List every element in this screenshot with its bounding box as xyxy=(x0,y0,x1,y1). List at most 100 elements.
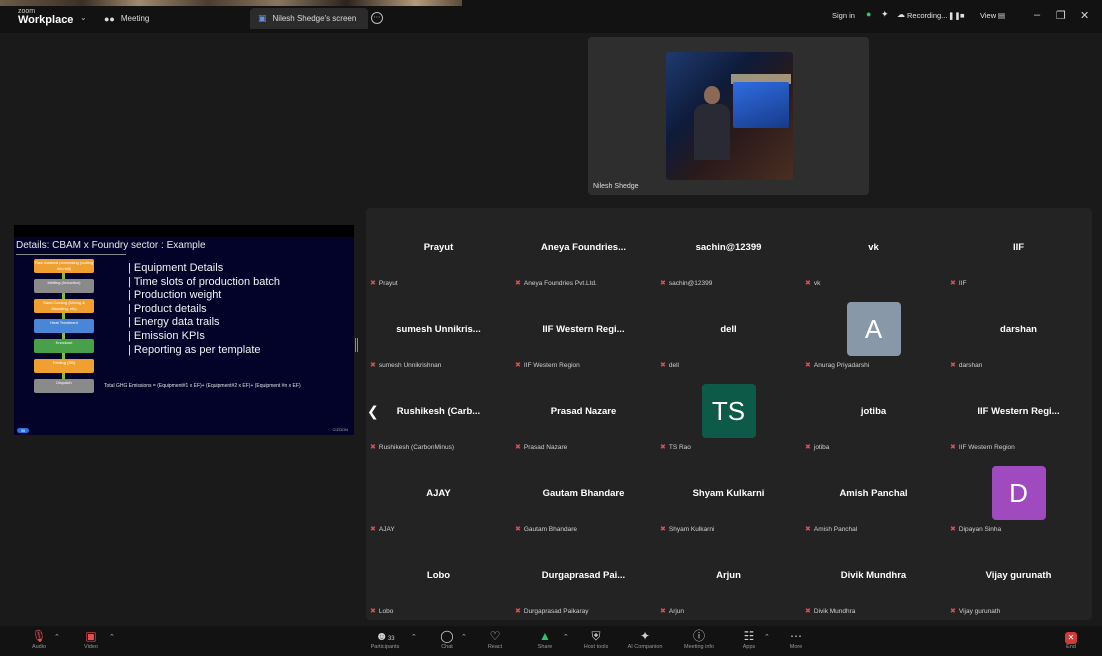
chevron-left-icon[interactable]: ❮ xyxy=(367,403,379,420)
participant-tile[interactable]: Lobo ✖ Lobo xyxy=(366,536,511,618)
microphone-muted-icon: ✖ xyxy=(805,280,811,287)
microphone-muted-icon: ✖ xyxy=(370,444,376,451)
presenter-head xyxy=(704,86,720,104)
participant-full-name: Gautam Bhandare xyxy=(523,526,577,533)
participants-options-chevron-icon[interactable]: ⌃ xyxy=(411,633,417,641)
participant-tile[interactable]: IIF Western Regi... ✖ IIF Western Region xyxy=(511,290,656,372)
participant-display-name: Aneya Foundries... xyxy=(541,242,626,253)
share-options-chevron-icon[interactable]: ⌃ xyxy=(563,633,569,641)
react-button[interactable]: ♡ React xyxy=(470,628,520,650)
participant-display-name: darshan xyxy=(1000,324,1037,335)
video-options-chevron-icon[interactable]: ⌃ xyxy=(109,633,115,641)
participants-label: Participants xyxy=(370,644,400,650)
participant-tile[interactable]: TS ✖ TS Rao xyxy=(656,372,801,454)
participant-tile[interactable]: sachin@12399 ✖ sachin@12399 xyxy=(656,208,801,290)
slide-bullet: Production weight xyxy=(128,289,280,303)
participant-tile[interactable]: A ✖ Anurag Priyadarshi xyxy=(801,290,946,372)
participant-full-name: Prasad Nazare xyxy=(523,444,568,451)
tab-meeting[interactable]: ●● Meeting xyxy=(96,8,246,29)
participant-tile[interactable]: IIF ✖ IIF xyxy=(946,208,1091,290)
participant-tile[interactable]: jotiba ✖ jotiba xyxy=(801,372,946,454)
participant-name-label: ✖ Shyam Kulkarni xyxy=(660,525,714,533)
chevron-down-icon[interactable]: ⌄ xyxy=(80,13,87,22)
microphone-muted-icon: ✖ xyxy=(515,608,521,615)
microphone-muted-icon: ✖ xyxy=(370,280,376,287)
participant-name-label: ✖ sumesh Unnikrishnan xyxy=(370,361,441,369)
sign-in-link[interactable]: Sign in xyxy=(832,11,855,20)
tab-options-icon[interactable]: ⋯ xyxy=(371,12,383,24)
shared-screen-view[interactable]: Details: CBAM x Foundry sector : Example… xyxy=(14,225,354,435)
participant-display-name: AJAY xyxy=(426,488,451,499)
participant-name-label: ✖ darshan xyxy=(950,361,982,369)
participant-full-name: IIF Western Region xyxy=(523,362,580,369)
microphone-muted-icon: ✖ xyxy=(370,608,376,615)
heart-icon: ♡ xyxy=(489,629,501,643)
ai-companion-button[interactable]: ✦ AI Companion xyxy=(620,628,670,650)
tab-shared-screen[interactable]: ▣ Nilesh Shedge's screen xyxy=(250,8,368,29)
slide-bullet: Reporting as per template xyxy=(128,344,280,358)
participant-full-name: IIF xyxy=(958,280,967,287)
participant-display-name: Prasad Nazare xyxy=(550,406,617,417)
participant-tile[interactable]: Divik Mundhra ✖ Divik Mundhra xyxy=(801,536,946,618)
participant-name-label: ✖ Divik Mundhra xyxy=(805,607,855,615)
participant-tile[interactable]: IIF Western Regi... ✖ IIF Western Region xyxy=(946,372,1091,454)
react-label: React xyxy=(487,644,503,650)
meeting-controls-toolbar: 🎙 Audio ⌃ ▣ Video ⌃ ☻33 Participants ⌃ ◯… xyxy=(0,626,1102,656)
participant-display-name: Lobo xyxy=(426,570,451,581)
more-button[interactable]: ⋯ More xyxy=(771,628,821,650)
stage-screen xyxy=(733,82,789,128)
participant-tile[interactable]: D ✖ Dipayan Sinha xyxy=(946,454,1091,536)
active-speaker-video[interactable]: Nilesh Shedge xyxy=(588,37,869,195)
participant-tile[interactable]: Arjun ✖ Arjun xyxy=(656,536,801,618)
participant-full-name: jotiba xyxy=(813,444,830,451)
pause-recording-icon[interactable]: ❚❚ xyxy=(948,11,961,20)
restore-icon[interactable]: ❐ xyxy=(1056,9,1066,22)
participant-tile[interactable]: Vijay gurunath ✖ Vijay gurunath xyxy=(946,536,1091,618)
shield-check-icon[interactable]: ● xyxy=(866,9,871,19)
participant-display-name: Rushikesh (Carb... xyxy=(396,406,481,417)
apps-options-chevron-icon[interactable]: ⌃ xyxy=(764,633,770,641)
chat-label: Chat xyxy=(441,644,453,650)
participant-full-name: darshan xyxy=(958,362,983,369)
participant-full-name: TS Rao xyxy=(668,444,691,451)
participants-button[interactable]: ☻33 Participants xyxy=(360,628,410,650)
recording-status[interactable]: Recording... xyxy=(907,11,947,20)
view-button[interactable]: View xyxy=(980,11,996,20)
meeting-info-button[interactable]: ⓘ Meeting info xyxy=(674,628,724,650)
microphone-muted-icon: ✖ xyxy=(660,280,666,287)
end-meeting-button[interactable]: ✕ End xyxy=(1046,628,1096,650)
stop-recording-icon[interactable]: ■ xyxy=(960,11,965,20)
split-view-resize-handle[interactable] xyxy=(355,338,358,352)
participant-tile[interactable]: Rushikesh (Carb... ✖ Rushikesh (CarbonMinu… xyxy=(366,372,511,454)
participant-tile[interactable]: AJAY ✖ AJAY xyxy=(366,454,511,536)
microphone-muted-icon: ✖ xyxy=(805,526,811,533)
screen-share-icon: ▣ xyxy=(258,13,267,23)
participant-tile[interactable]: dell ✖ dell xyxy=(656,290,801,372)
slide-equation: Total GHG Emissions = (Equipment#1 x EF)… xyxy=(104,383,301,389)
participant-tile[interactable]: vk ✖ vk xyxy=(801,208,946,290)
participant-tile[interactable]: Gautam Bhandare ✖ Gautam Bhandare xyxy=(511,454,656,536)
participant-name-label: ✖ IIF xyxy=(950,279,966,287)
participant-tile[interactable]: Prayut ✖ Prayut xyxy=(366,208,511,290)
microphone-muted-icon: ✖ xyxy=(515,362,521,369)
chat-options-chevron-icon[interactable]: ⌃ xyxy=(461,633,467,641)
zoom-workplace-logo[interactable]: zoom Workplace xyxy=(18,8,73,26)
sparkle-icon[interactable]: ✦ xyxy=(881,9,889,20)
participant-display-name: IIF Western Regi... xyxy=(542,324,625,335)
audio-options-chevron-icon[interactable]: ⌃ xyxy=(54,633,60,641)
participant-tile[interactable]: Durgaprasad Pai... ✖ Durgaprasad Paikaray xyxy=(511,536,656,618)
minimize-icon[interactable]: – xyxy=(1034,9,1040,21)
participant-tile[interactable]: darshan ✖ darshan xyxy=(946,290,1091,372)
participant-tile[interactable]: Prasad Nazare ✖ Prasad Nazare xyxy=(511,372,656,454)
participant-tile[interactable]: sumesh Unnikris... ✖ sumesh Unnikrishnan xyxy=(366,290,511,372)
host-tools-button[interactable]: ⛨ Host tools xyxy=(571,628,621,650)
shield-icon: ⛨ xyxy=(591,629,601,643)
participant-name-label: ✖ Prasad Nazare xyxy=(515,443,567,451)
participant-tile[interactable]: Amish Panchal ✖ Amish Panchal xyxy=(801,454,946,536)
participant-display-name: Arjun xyxy=(716,570,741,581)
slide-bullet: Energy data trails xyxy=(128,316,280,330)
participant-tile[interactable]: Aneya Foundries... ✖ Aneya Foundries Pvt.L… xyxy=(511,208,656,290)
participant-tile[interactable]: Shyam Kulkarni ✖ Shyam Kulkarni xyxy=(656,454,801,536)
close-icon[interactable]: ✕ xyxy=(1080,9,1089,22)
participant-name-label: ✖ Rushikesh (CarbonMinus) xyxy=(370,443,454,451)
